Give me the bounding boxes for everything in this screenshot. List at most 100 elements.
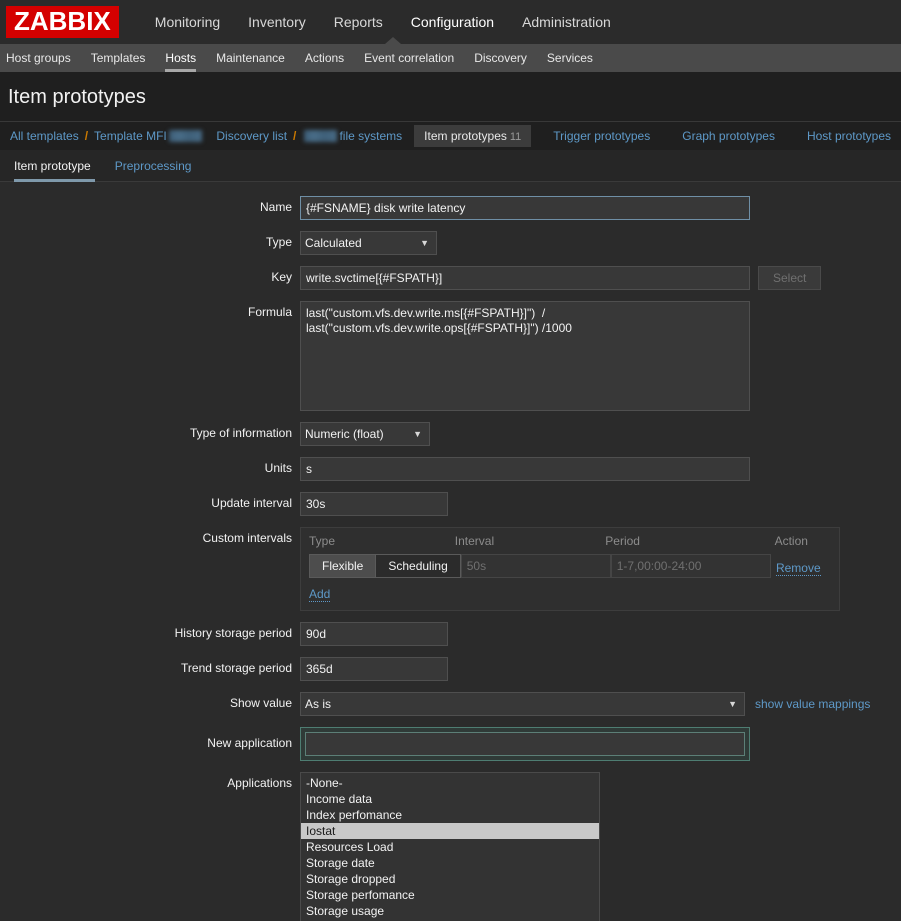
subnav-item-discovery[interactable]: Discovery [464,44,537,72]
label-units: Units [0,457,300,475]
new-application-input[interactable] [305,732,745,756]
type-select[interactable]: Calculated [300,231,437,255]
breadcrumb-tab-host-prototypes[interactable]: Host prototypes [797,125,901,147]
interval-input[interactable] [461,554,611,578]
label-applications: Applications [0,772,300,790]
type-segmented-control: Flexible Scheduling [309,554,461,578]
field-key: Select [300,266,901,290]
list-item-selected[interactable]: Iostat [301,823,599,839]
list-item[interactable]: Storage perfomance [301,887,599,903]
breadcrumb-template-name[interactable]: Template MFI [94,129,167,143]
form-row-new-application: New application [0,727,901,761]
subnav-item-maintenance[interactable]: Maintenance [206,44,295,72]
update-interval-input[interactable] [300,492,448,516]
form-row-type-of-information: Type of information Numeric (float) ▼ [0,422,901,446]
page-title: Item prototypes [8,86,901,109]
list-item[interactable]: -None- [301,775,599,791]
label-type: Type [0,231,300,249]
label-formula: Formula [0,301,300,319]
subnav-item-services[interactable]: Services [537,44,603,72]
tab-preprocessing[interactable]: Preprocessing [103,150,204,182]
label-update-interval: Update interval [0,492,300,510]
list-item[interactable]: Resources Load [301,839,599,855]
item-prototype-form: Name Type Calculated ▼ Key Select Formul… [0,182,901,921]
label-name: Name [0,196,300,214]
field-trend-storage-period [300,657,901,681]
list-item[interactable]: Income data [301,791,599,807]
field-update-interval [300,492,901,516]
applications-listbox[interactable]: -None- Income data Index perfomance Iost… [300,772,600,921]
form-row-key: Key Select [0,266,901,290]
column-header-period: Period [605,534,774,548]
redacted-template-name [169,130,202,142]
key-select-button[interactable]: Select [758,266,821,290]
breadcrumb-tab-item-prototypes[interactable]: Item prototypes11 [414,125,531,147]
show-value-mappings-link[interactable]: show value mappings [755,692,870,711]
label-new-application: New application [0,727,300,750]
breadcrumb-file-systems[interactable]: file systems [339,129,402,143]
remove-interval-link[interactable]: Remove [776,561,821,576]
breadcrumb-discovery-list[interactable]: Discovery list [216,129,287,143]
name-input[interactable] [300,196,750,220]
nav-item-configuration[interactable]: Configuration [397,14,508,30]
show-value-select[interactable]: As is [300,692,745,716]
tab-item-prototype[interactable]: Item prototype [10,150,103,182]
field-new-application [300,727,901,761]
subnav-item-host-groups[interactable]: Host groups [0,44,81,72]
nav-item-monitoring[interactable]: Monitoring [141,14,234,30]
type-of-information-select[interactable]: Numeric (float) [300,422,430,446]
form-tabs: Item prototype Preprocessing [0,150,901,182]
trend-storage-period-input[interactable] [300,657,448,681]
period-input[interactable] [611,554,771,578]
subnav-item-actions[interactable]: Actions [295,44,354,72]
redacted-discovery-rule-name [304,130,337,142]
formula-textarea[interactable]: last("custom.vfs.dev.write.ms[{#FSPATH}]… [300,301,750,411]
interval-cell [461,554,611,578]
form-row-type: Type Calculated ▼ [0,231,901,255]
form-row-applications: Applications -None- Income data Index pe… [0,772,901,921]
nav-item-reports[interactable]: Reports [320,14,397,30]
label-show-value: Show value [0,692,300,710]
list-item[interactable]: Storage usage [301,903,599,919]
field-units [300,457,901,481]
custom-intervals-header: Type Interval Period Action [309,534,831,548]
field-custom-intervals: Type Interval Period Action Flexible Sch… [300,527,901,611]
key-input[interactable] [300,266,750,290]
interval-type-toggle: Flexible Scheduling [309,554,461,578]
list-item[interactable]: Storage dropped [301,871,599,887]
action-cell: Remove [776,557,831,575]
custom-intervals-row: Flexible Scheduling Remove [309,554,831,578]
subnav-item-event-correlation[interactable]: Event correlation [354,44,464,72]
label-custom-intervals: Custom intervals [0,527,300,545]
units-input[interactable] [300,457,750,481]
type-select-wrapper: Calculated ▼ [300,231,437,255]
item-prototypes-count: 11 [510,131,521,143]
form-row-update-interval: Update interval [0,492,901,516]
breadcrumb-all-templates[interactable]: All templates [10,129,79,143]
subnav-item-templates[interactable]: Templates [81,44,156,72]
history-storage-period-input[interactable] [300,622,448,646]
top-navigation-bar: ZABBIX Monitoring Inventory Reports Conf… [0,0,901,44]
flexible-button[interactable]: Flexible [310,555,375,577]
list-item[interactable]: Storage date [301,855,599,871]
breadcrumb: All templates / Template MFI Discovery l… [0,122,901,150]
column-header-type: Type [309,534,455,548]
breadcrumb-tab-graph-prototypes[interactable]: Graph prototypes [672,125,785,147]
sub-navigation-bar: Host groups Templates Hosts Maintenance … [0,44,901,72]
show-value-select-wrapper: As is ▼ [300,692,745,716]
nav-item-administration[interactable]: Administration [508,14,625,30]
field-type: Calculated ▼ [300,231,901,255]
list-item[interactable]: Index perfomance [301,807,599,823]
scheduling-button[interactable]: Scheduling [375,555,459,577]
nav-item-inventory[interactable]: Inventory [234,14,320,30]
new-application-focus-ring [300,727,750,761]
form-row-trend-storage-period: Trend storage period [0,657,901,681]
subnav-item-hosts[interactable]: Hosts [155,44,206,72]
form-row-show-value: Show value As is ▼ show value mappings [0,692,901,716]
form-row-units: Units [0,457,901,481]
label-trend-storage-period: Trend storage period [0,657,300,675]
zabbix-logo[interactable]: ZABBIX [6,6,119,38]
breadcrumb-tab-trigger-prototypes[interactable]: Trigger prototypes [543,125,660,147]
page-header: Item prototypes [0,72,901,122]
add-interval-link[interactable]: Add [309,587,330,602]
